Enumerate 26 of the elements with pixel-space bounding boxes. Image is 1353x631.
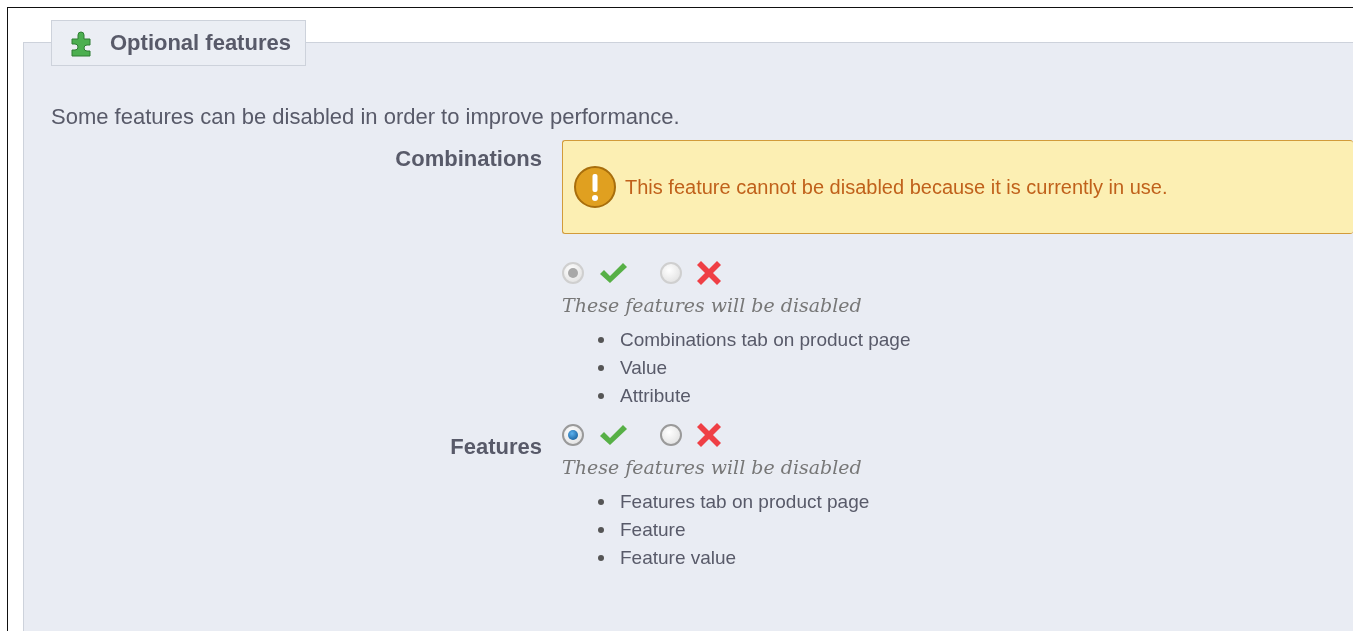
- feature-label: Features: [450, 434, 542, 459]
- bullet-icon: [598, 555, 604, 561]
- bullet-icon: [598, 527, 604, 533]
- warning-text: This feature cannot be disabled because it is currently in use.: [625, 175, 1168, 199]
- note-text: These features will be disabled: [562, 456, 863, 478]
- bullet-icon: [598, 337, 604, 343]
- bullet-icon: [598, 393, 604, 399]
- bullet-icon: [598, 365, 604, 371]
- description-text: Some features can be disabled in order to improve performance.: [51, 104, 681, 130]
- checkmark-icon: [598, 423, 628, 447]
- list-item: Feature value: [620, 546, 737, 570]
- cross-icon: [696, 260, 722, 286]
- list-item: Features tab on product page: [620, 490, 870, 514]
- panel-title: Optional features: [110, 30, 291, 56]
- bullet-icon: [598, 499, 604, 505]
- feature-label: Combinations: [395, 146, 542, 171]
- list-item: Combinations tab on product page: [620, 328, 911, 352]
- list-item: Attribute: [620, 384, 691, 408]
- note-text: These features will be disabled: [562, 294, 863, 316]
- list-item: Value: [620, 356, 668, 380]
- exclamation-icon: [573, 165, 617, 209]
- list-item: Feature: [620, 518, 686, 542]
- radio-button[interactable]: [660, 424, 682, 446]
- cross-icon: [696, 422, 722, 448]
- radio-button[interactable]: [562, 424, 584, 446]
- checkmark-icon: [598, 261, 628, 285]
